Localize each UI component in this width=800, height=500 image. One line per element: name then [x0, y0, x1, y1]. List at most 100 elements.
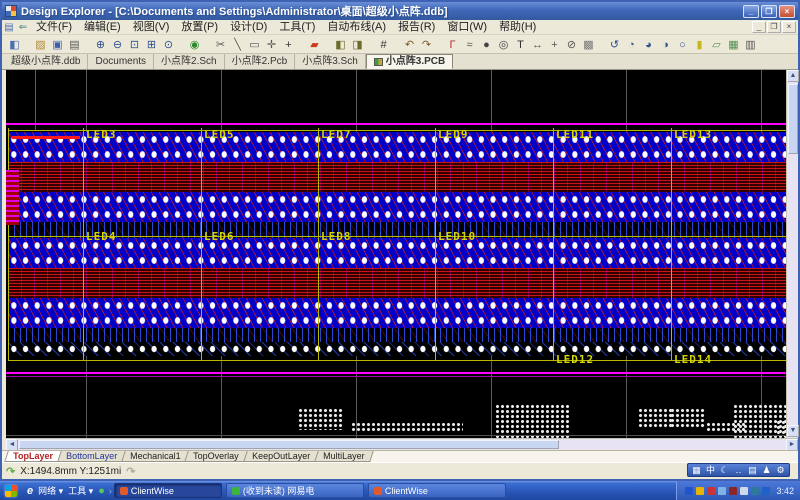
- tray-gray-app-icon[interactable]: [740, 487, 748, 495]
- doc-restore-button[interactable]: ❐: [767, 21, 781, 33]
- minimize-button[interactable]: _: [743, 5, 759, 18]
- design-explorer-panel-icon[interactable]: ◧: [6, 36, 23, 52]
- open-document-icon[interactable]: ▨: [32, 36, 49, 52]
- zoom-out-icon[interactable]: ⊖: [109, 36, 126, 52]
- document-tab-超级小点阵.ddb[interactable]: 超级小点阵.ddb: [4, 54, 88, 69]
- zoom-in-icon[interactable]: ⊕: [92, 36, 109, 52]
- document-tab-Documents[interactable]: Documents: [88, 54, 154, 69]
- place-room-icon[interactable]: ▱: [708, 36, 725, 52]
- tray-shield-icon[interactable]: [762, 487, 770, 495]
- start-button-icon[interactable]: [5, 485, 17, 497]
- draw-line-icon[interactable]: ╲: [229, 36, 246, 52]
- layer-tab-KeepOutLayer[interactable]: KeepOutLayer: [243, 451, 319, 462]
- menu-item-8[interactable]: 报告(R): [392, 20, 441, 35]
- menu-item-2[interactable]: 编辑(E): [78, 20, 127, 35]
- rotate-icon[interactable]: ↺: [606, 36, 623, 52]
- place-dimension-icon[interactable]: ↔: [529, 36, 546, 52]
- taskbar-button-3[interactable]: ClientWise: [368, 483, 506, 498]
- place-coordinate-icon[interactable]: +: [546, 36, 563, 52]
- place-fill-region-icon[interactable]: ▩: [580, 36, 597, 52]
- tray-red-app-icon[interactable]: [707, 487, 715, 495]
- menu-item-1[interactable]: 文件(F): [30, 20, 78, 35]
- place-via-icon[interactable]: ◎: [495, 36, 512, 52]
- maximize-button[interactable]: ❐: [761, 5, 777, 18]
- ime-punctuation-icon[interactable]: ‥: [733, 464, 744, 476]
- designator-LED4[interactable]: LED4: [86, 231, 117, 242]
- place-string-icon[interactable]: T: [512, 36, 529, 52]
- zoom-point-icon[interactable]: ⊙: [160, 36, 177, 52]
- zoom-area-icon[interactable]: ⊡: [126, 36, 143, 52]
- scroll-down-button[interactable]: ▼: [787, 425, 799, 437]
- menu-item-5[interactable]: 设计(D): [224, 20, 273, 35]
- scroll-up-button[interactable]: ▲: [787, 70, 799, 82]
- designator-LED9[interactable]: LED9: [438, 129, 469, 140]
- designator-LED12[interactable]: LED12: [556, 354, 594, 365]
- tray-lightblue-app-icon[interactable]: [718, 487, 726, 495]
- doc-close-button[interactable]: ×: [782, 21, 796, 33]
- vertical-scrollbar[interactable]: ▲ ▼: [786, 70, 798, 438]
- menu-item-4[interactable]: 放置(P): [175, 20, 224, 35]
- doc-minimize-button[interactable]: _: [752, 21, 766, 33]
- print-icon[interactable]: ▤: [66, 36, 83, 52]
- arc-any-angle-icon[interactable]: ◑: [657, 36, 674, 52]
- close-button[interactable]: ×: [779, 5, 795, 18]
- highlight-net-icon[interactable]: ▰: [306, 36, 323, 52]
- cross-cursor-icon[interactable]: +: [280, 36, 297, 52]
- menu-item-6[interactable]: 工具(T): [273, 20, 321, 35]
- taskbar-button-1[interactable]: ClientWise: [114, 483, 222, 498]
- ime-user-icon[interactable]: ♟: [761, 464, 772, 476]
- menu-item-10[interactable]: 帮助(H): [493, 20, 542, 35]
- vertical-scroll-thumb[interactable]: [788, 84, 798, 154]
- tools-menu[interactable]: 工具 ▾: [68, 484, 93, 497]
- browse-board-icon[interactable]: ◉: [186, 36, 203, 52]
- designator-LED6[interactable]: LED6: [204, 231, 235, 242]
- ime-logo-icon[interactable]: ▦: [691, 464, 702, 476]
- menu-item-7[interactable]: 自动布线(A): [321, 20, 392, 35]
- designator-LED8[interactable]: LED8: [321, 231, 352, 242]
- horizontal-scroll-thumb[interactable]: [19, 440, 559, 449]
- designator-LED5[interactable]: LED5: [204, 129, 235, 140]
- place-pad-icon[interactable]: ●: [478, 36, 495, 52]
- horizontal-scrollbar[interactable]: ◄ ►: [6, 438, 798, 450]
- selected-trace-segment[interactable]: [12, 136, 80, 139]
- ime-halfwidth-icon[interactable]: ☾: [719, 464, 730, 476]
- route-spread-icon[interactable]: ≈: [461, 36, 478, 52]
- document-tab-小点阵2.Pcb[interactable]: 小点阵2.Pcb: [225, 54, 296, 69]
- designator-LED3[interactable]: LED3: [86, 129, 117, 140]
- place-rectangle-fill-icon[interactable]: ▮: [691, 36, 708, 52]
- snap-grid-icon[interactable]: #: [375, 36, 392, 52]
- browse-component-icon[interactable]: ◧: [332, 36, 349, 52]
- arc-center-icon[interactable]: ◔: [623, 36, 640, 52]
- tray-blue-app-icon[interactable]: [685, 487, 693, 495]
- ime-settings-icon[interactable]: ⚙: [775, 464, 786, 476]
- save-icon[interactable]: ▣: [49, 36, 66, 52]
- array-placement-icon[interactable]: ▥: [742, 36, 759, 52]
- ime-softkeyboard-icon[interactable]: ▤: [747, 464, 758, 476]
- arc-edge-icon[interactable]: ◕: [640, 36, 657, 52]
- layer-tab-BottomLayer[interactable]: BottomLayer: [57, 451, 126, 462]
- designator-LED7[interactable]: LED7: [321, 129, 352, 140]
- layer-tab-TopLayer[interactable]: TopLayer: [4, 451, 61, 462]
- designator-LED10[interactable]: LED10: [438, 231, 476, 242]
- undo-icon[interactable]: ↶: [401, 36, 418, 52]
- redo-icon[interactable]: ↷: [418, 36, 435, 52]
- menu-item-3[interactable]: 视图(V): [127, 20, 176, 35]
- tray-check-app-icon[interactable]: [751, 487, 759, 495]
- ie-quicklaunch-icon[interactable]: e: [27, 485, 33, 497]
- interactive-route-icon[interactable]: Γ: [444, 36, 461, 52]
- document-tab-小点阵3.Sch[interactable]: 小点阵3.Sch: [295, 54, 366, 69]
- select-area-icon[interactable]: ▭: [246, 36, 263, 52]
- designator-LED13[interactable]: LED13: [674, 129, 712, 140]
- place-circle-icon[interactable]: ⊘: [563, 36, 580, 52]
- cut-track-icon[interactable]: ✂: [212, 36, 229, 52]
- designator-LED11[interactable]: LED11: [556, 129, 594, 140]
- full-circle-icon[interactable]: ○: [674, 36, 691, 52]
- tray-darkred-app-icon[interactable]: [729, 487, 737, 495]
- ime-chinese-mode-icon[interactable]: 中: [705, 464, 716, 476]
- menu-item-9[interactable]: 窗口(W): [441, 20, 493, 35]
- move-component-icon[interactable]: ✛: [263, 36, 280, 52]
- zoom-document-icon[interactable]: ⊞: [143, 36, 160, 52]
- layer-tab-MultiLayer[interactable]: MultiLayer: [314, 451, 373, 462]
- messenger-quicklaunch-icon[interactable]: ●: [98, 485, 105, 497]
- network-menu[interactable]: 网络 ▾: [38, 484, 63, 497]
